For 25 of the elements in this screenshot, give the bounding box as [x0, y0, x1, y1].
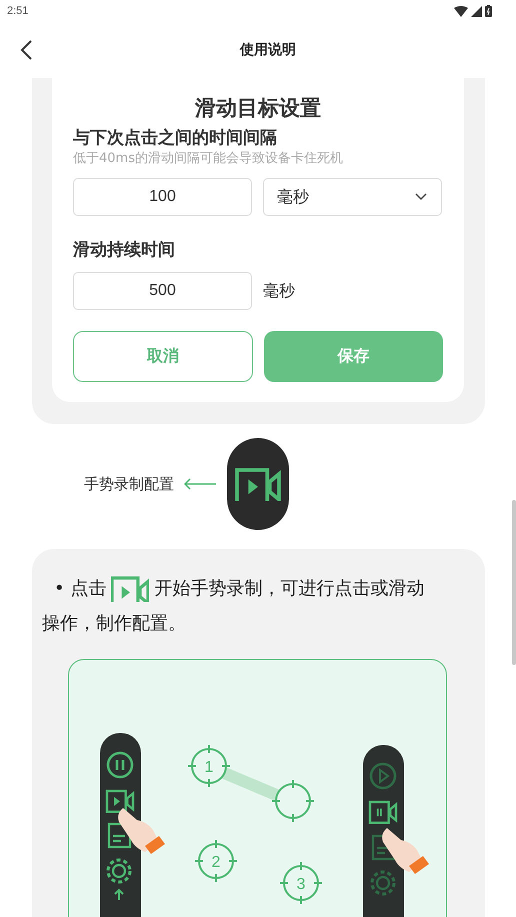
unit-dropdown[interactable]: 毫秒: [263, 178, 442, 216]
signal-icon: [471, 6, 482, 16]
dialog-title: 滑动目标设置: [194, 95, 322, 122]
number-input[interactable]: 500: [73, 272, 252, 310]
back-icon[interactable]: [20, 40, 32, 60]
instruction-text: 开始手势录制，可进行点击或滑动: [154, 577, 424, 601]
wifi-icon: [454, 6, 468, 16]
video-camera-icon: [235, 467, 281, 501]
target-marker: [271, 779, 315, 823]
number-input[interactable]: 100: [73, 178, 252, 216]
battery-icon: [485, 5, 492, 17]
chevron-down-icon: [415, 193, 427, 201]
status-time: 2:51: [7, 5, 28, 17]
hint-text: 低于40ms的滑动间隔可能会导致设备卡住死机: [73, 150, 344, 168]
gesture-label: 手势录制配置: [84, 474, 174, 494]
field-label: 与下次点击之间的时间间隔: [73, 127, 278, 150]
unit-label: 毫秒: [263, 280, 295, 302]
page-title: 使用说明: [238, 41, 297, 59]
instruction-text: 操作，制作配置。: [42, 612, 186, 636]
left-arrow-icon: [184, 478, 216, 490]
pointing-hand-drawing: [118, 808, 165, 854]
video-camera-icon: [111, 576, 150, 602]
pointing-hand-drawing: [382, 828, 429, 874]
bullet-text: • 点击: [54, 577, 106, 601]
field-label: 滑动持续时间: [73, 239, 176, 262]
